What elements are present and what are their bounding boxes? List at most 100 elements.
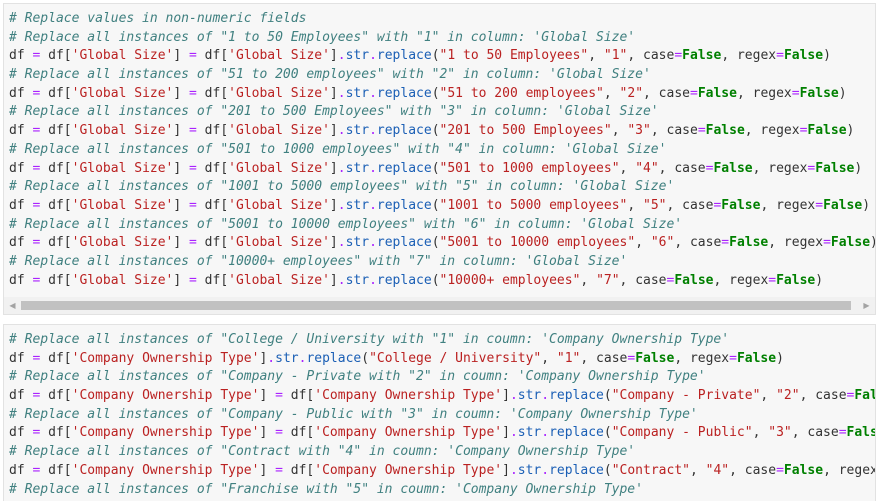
- string-literal: "College / University": [369, 350, 542, 366]
- code-line: df = df['Global Size'] = df['Global Size…: [9, 47, 875, 66]
- scroll-right-arrow-icon[interactable]: ▶: [858, 297, 875, 314]
- code-comment: # Replace all instances of "Company - Pu…: [9, 406, 698, 422]
- code-line: # Replace all instances of "5001 to 1000…: [9, 216, 875, 235]
- keyword: False: [783, 462, 824, 478]
- code-text: df[: [196, 85, 229, 101]
- code-text: df[: [282, 462, 315, 478]
- string-literal: "4": [705, 462, 730, 478]
- operator: .: [509, 425, 518, 441]
- code-comment: # Replace all instances of "10000+ emplo…: [9, 253, 628, 269]
- string-literal: "6": [650, 235, 675, 251]
- code-text: (: [431, 197, 440, 213]
- code-text: , regex: [823, 462, 876, 478]
- code-text: ]: [329, 272, 338, 288]
- scroll-left-arrow-icon[interactable]: ◀: [4, 297, 21, 314]
- operator: .: [267, 350, 276, 366]
- code-editor[interactable]: # Replace all instances of "College / Un…: [4, 325, 875, 499]
- code-text: df[: [40, 350, 72, 366]
- code-text: df[: [282, 388, 315, 404]
- code-text: ): [815, 272, 824, 288]
- code-line: df = df['Company Ownership Type'] = df['…: [9, 424, 875, 443]
- code-text: ]: [259, 425, 276, 441]
- code-line: # Replace all instances of "51 to 200 em…: [9, 66, 875, 85]
- horizontal-scrollbar[interactable]: ◀ ▶: [4, 297, 875, 314]
- code-text: ]: [173, 160, 190, 176]
- builtin-name: str: [345, 197, 370, 213]
- code-text: ]: [329, 160, 338, 176]
- builtin-name: str: [345, 48, 370, 64]
- builtin-name: str: [275, 350, 299, 366]
- operator: =: [275, 388, 283, 404]
- code-cell-company-ownership[interactable]: # Replace all instances of "College / Un…: [3, 324, 876, 501]
- string-literal: "501 to 1000 employees": [439, 160, 620, 176]
- code-text: (: [361, 350, 370, 366]
- code-text: df: [9, 272, 33, 288]
- code-comment: # Replace all instances of "5001 to 1000…: [9, 216, 683, 232]
- string-literal: "Contract": [611, 462, 690, 478]
- scrollbar-thumb[interactable]: [21, 301, 851, 310]
- code-line: # Replace all instances of "201 to 500 E…: [9, 103, 875, 122]
- keyword: False: [776, 272, 816, 288]
- string-literal: "Company - Public": [611, 425, 753, 441]
- code-line: df = df['Company Ownership Type'] = df['…: [9, 387, 875, 406]
- operator: .: [541, 425, 550, 441]
- code-text: ): [854, 160, 863, 176]
- code-line: df = df['Company Ownership Type'].str.re…: [9, 350, 875, 369]
- code-text: df[: [196, 123, 229, 139]
- code-text: ]: [329, 235, 338, 251]
- operator: =: [189, 48, 197, 64]
- builtin-name: str: [345, 160, 370, 176]
- code-comment: # Replace all instances of "51 to 200 em…: [9, 67, 651, 83]
- builtin-name: replace: [549, 388, 604, 404]
- code-line: # Replace all instances of "1001 to 5000…: [9, 178, 875, 197]
- operator: .: [369, 123, 377, 139]
- builtin-name: replace: [306, 350, 362, 366]
- code-text: , regex: [721, 48, 777, 64]
- operator: .: [509, 388, 518, 404]
- string-literal: 'Global Size': [71, 85, 174, 101]
- code-text: , regex: [760, 197, 816, 213]
- code-text: ]: [329, 123, 338, 139]
- code-text: df[: [40, 123, 72, 139]
- code-text: ]: [173, 123, 190, 139]
- string-literal: "1": [556, 350, 581, 366]
- code-line: # Replace all instances of "Franchise wi…: [9, 481, 875, 500]
- code-text: df[: [196, 48, 229, 64]
- code-text: ,: [627, 197, 644, 213]
- keyword: False: [830, 235, 871, 251]
- code-text: (: [431, 160, 440, 176]
- code-text: ]: [329, 48, 338, 64]
- operator: =: [768, 272, 777, 288]
- code-text: df[: [196, 235, 229, 251]
- string-literal: 'Company Ownership Type': [314, 388, 503, 404]
- code-line: # Replace all instances of "Contract wit…: [9, 443, 875, 462]
- builtin-name: str: [345, 123, 370, 139]
- string-literal: "3": [768, 425, 792, 441]
- code-text: , regex: [736, 85, 792, 101]
- string-literal: 'Global Size': [228, 85, 330, 101]
- code-text: df[: [40, 425, 72, 441]
- keyword: False: [682, 48, 722, 64]
- code-text: ): [776, 350, 784, 366]
- string-literal: "5": [643, 197, 667, 213]
- code-editor[interactable]: # Replace values in non-numeric fields # …: [4, 4, 875, 290]
- code-comment: # Replace values in non-numeric fields: [9, 11, 307, 26]
- code-cell-global-size[interactable]: # Replace values in non-numeric fields # …: [3, 3, 876, 315]
- keyword: False: [697, 85, 737, 101]
- string-literal: 'Company Ownership Type': [71, 350, 260, 366]
- code-text: df: [9, 388, 33, 404]
- code-comment: # Replace all instances of "College / Un…: [9, 332, 730, 347]
- code-text: ): [823, 48, 831, 64]
- string-literal: "2": [776, 388, 800, 404]
- operator: .: [369, 272, 377, 288]
- builtin-name: replace: [549, 425, 604, 441]
- builtin-name: str: [345, 85, 370, 101]
- builtin-name: replace: [376, 85, 432, 101]
- keyword: False: [823, 197, 863, 213]
- string-literal: 'Global Size': [71, 48, 174, 64]
- builtin-name: replace: [376, 160, 432, 176]
- operator: =: [189, 272, 197, 288]
- code-text: ,: [752, 425, 769, 441]
- code-text: (: [603, 425, 612, 441]
- operator: =: [189, 160, 197, 176]
